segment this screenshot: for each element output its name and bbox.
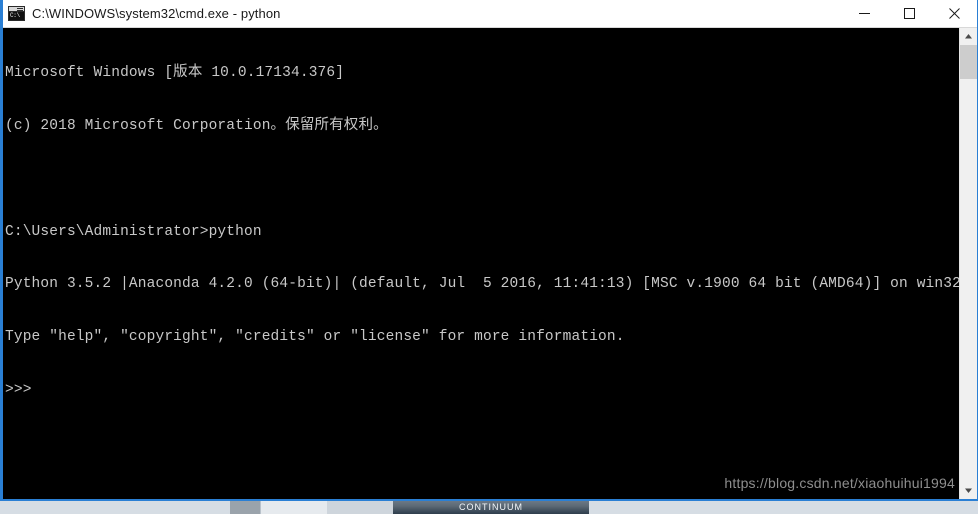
chevron-up-icon [965,34,972,39]
console-line: Type "help", "copyright", "credits" or "… [5,329,625,346]
minimize-button[interactable] [842,0,887,27]
console-prompt: >>> [5,381,32,398]
console-line: Microsoft Windows [版本 10.0.17134.376] [5,65,345,82]
console-line: (c) 2018 Microsoft Corporation。保留所有权利。 [5,117,388,134]
taskbar: CONTINUUM [0,499,978,514]
console-text: Microsoft Windows [版本 10.0.17134.376] (c… [3,28,959,499]
icon-prompt-glyph: C:\ [9,12,24,20]
maximize-button[interactable] [887,0,932,27]
minimize-icon [859,13,870,14]
scrollbar-track[interactable] [960,45,977,482]
cmd-console-icon: C:\ [8,6,25,21]
close-button[interactable] [932,0,977,27]
desktop-background: CONTINUUM C:\ C:\WINDOWS\system32\cmd.ex… [0,0,978,514]
console-window: C:\ C:\WINDOWS\system32\cmd.exe - python [0,0,978,501]
taskbar-item-continuum[interactable]: CONTINUUM [393,500,589,514]
taskbar-item-1[interactable] [230,500,260,514]
chevron-down-icon [965,488,972,493]
window-title: C:\WINDOWS\system32\cmd.exe - python [32,6,281,21]
console-output-area[interactable]: Microsoft Windows [版本 10.0.17134.376] (c… [3,28,977,499]
scroll-down-arrow[interactable] [960,482,977,499]
maximize-icon [904,8,915,19]
taskbar-item-3[interactable] [327,500,393,514]
console-line: Python 3.5.2 |Anaconda 4.2.0 (64-bit)| (… [5,276,959,293]
title-bar[interactable]: C:\ C:\WINDOWS\system32\cmd.exe - python [3,0,977,28]
vertical-scrollbar[interactable] [959,28,977,499]
taskbar-item-2[interactable] [260,500,327,514]
window-controls [842,0,977,27]
scroll-up-arrow[interactable] [960,28,977,45]
scroll-thumb[interactable] [960,45,977,79]
console-line: C:\Users\Administrator>python [5,223,262,240]
taskbar-spacer [0,500,230,514]
close-icon [949,8,960,19]
